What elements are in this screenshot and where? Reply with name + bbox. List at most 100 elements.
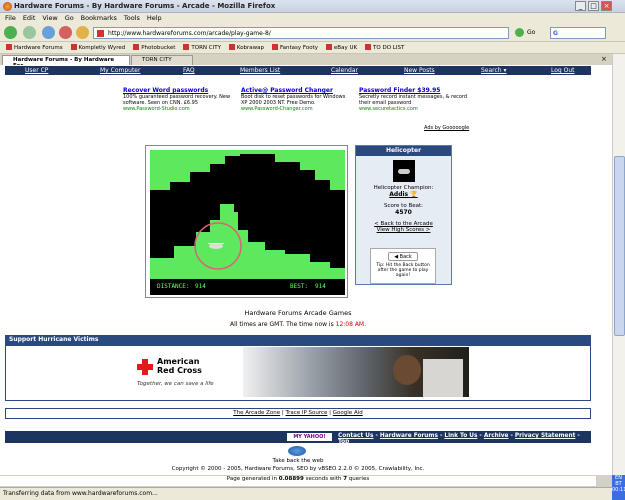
bookmark-fantasy-footy[interactable]: Fantasy Footy	[271, 44, 318, 51]
footer-privacy-statement[interactable]: Privacy Statement	[515, 433, 575, 439]
nav-search[interactable]: Search ▾	[481, 67, 507, 74]
menu-tools[interactable]: Tools	[124, 14, 140, 22]
bookmark-icon	[70, 44, 77, 50]
ads-by-google-link[interactable]: Ads by Gooooogle	[424, 125, 469, 131]
view-high-scores-link[interactable]: View High Scores >	[356, 227, 451, 233]
times-notice-prefix: All times are GMT. The time now is	[229, 321, 336, 328]
address-url[interactable]: http://www.hardwareforums.com/arcade/pla…	[108, 30, 271, 37]
menu-bar: File Edit View Go Bookmarks Tools Help	[0, 13, 625, 24]
footer-links: Contact Us - Hardware Forums - Link To U…	[338, 433, 580, 445]
menu-edit[interactable]: Edit	[23, 14, 36, 22]
footer-top[interactable]: Top	[338, 439, 349, 445]
ad-title[interactable]: Password Finder $39.95	[359, 87, 471, 94]
ad-block[interactable]: Recover Word passwords 100% guaranteed p…	[123, 87, 235, 112]
go-button-label[interactable]: Go	[527, 29, 535, 36]
champion-name-text[interactable]: Addis	[389, 191, 408, 198]
champion-name[interactable]: Addis 🏆	[356, 191, 451, 198]
bookmark-label: Fantasy Footy	[279, 45, 318, 51]
maximize-button[interactable]: □	[588, 1, 599, 11]
bookmark-icon	[133, 44, 140, 50]
bookmark-photobucket[interactable]: Photobucket	[133, 44, 175, 51]
take-back-web-logo-icon[interactable]	[288, 446, 306, 456]
close-button[interactable]: ×	[601, 1, 612, 11]
game-cave-graphic	[150, 150, 345, 295]
bookmark-icon	[183, 44, 190, 50]
nav-calendar[interactable]: Calendar	[331, 67, 358, 74]
red-cross-tagline: Together, we can save a life	[137, 381, 214, 387]
helicopter-game-icon[interactable]	[392, 160, 415, 182]
minimize-button[interactable]: _	[575, 1, 586, 11]
site-favicon-icon	[97, 30, 104, 37]
times-notice-suffix: .	[364, 321, 367, 328]
nav-faq[interactable]: FAQ	[183, 67, 195, 74]
nav-my-computer[interactable]: My Computer	[100, 67, 140, 74]
menu-help[interactable]: Help	[147, 14, 162, 22]
helicopter-game[interactable]: DISTANCE: 914 BEST: 914	[145, 145, 348, 298]
take-back-web-label[interactable]: Take back the web	[0, 458, 596, 464]
link-arcade-zone[interactable]: The Arcade Zone	[233, 410, 280, 416]
footer-hardware-forums[interactable]: Hardware Forums	[380, 433, 438, 439]
page-generated-text: Page generated in 0.08899 seconds with 7…	[0, 476, 596, 486]
ad-block[interactable]: Password Finder $39.95 Secretly record i…	[359, 87, 471, 112]
footer-bar: MY YAHOO! Contact Us - Hardware Forums -…	[5, 431, 591, 445]
my-yahoo-badge[interactable]: MY YAHOO!	[287, 433, 332, 441]
search-input[interactable]: G	[550, 27, 606, 39]
close-tab-icon[interactable]: ×	[601, 55, 607, 63]
nav-members-list[interactable]: Members List	[240, 67, 280, 74]
reload-icon[interactable]	[42, 26, 55, 39]
stop-icon[interactable]	[59, 26, 72, 39]
red-cross-icon	[137, 359, 153, 375]
menu-view[interactable]: View	[42, 14, 57, 22]
back-button-tip: ◀ Back Tip: Hit the Back button after th…	[370, 248, 436, 284]
footer-archive[interactable]: Archive	[484, 433, 509, 439]
page-scrollbar[interactable]	[612, 54, 625, 475]
distance-value: 914	[195, 283, 206, 290]
bookmark-torn-city[interactable]: TORN CITY	[183, 44, 221, 51]
go-icon[interactable]	[515, 28, 524, 37]
hurricane-photo-image	[243, 347, 469, 397]
back-button-tip-text: Tip: Hit the Back button after the game …	[376, 263, 430, 278]
link-trace-ip[interactable]: Trace IP Source	[286, 410, 328, 416]
red-cross-banner[interactable]: American Red Cross Together, we can save…	[127, 347, 469, 397]
footer-link-to-us[interactable]: Link To Us	[444, 433, 477, 439]
tray-clock: 00:11	[612, 487, 625, 493]
ad-url[interactable]: www.Password-Changer.com	[241, 106, 353, 112]
address-bar[interactable]: http://www.hardwareforums.com/arcade/pla…	[93, 27, 509, 39]
menu-go[interactable]: Go	[65, 14, 74, 22]
link-google-aid[interactable]: Google Aid	[333, 410, 363, 416]
extra-links-bar: The Arcade Zone | Trace IP Source | Goog…	[5, 408, 591, 419]
navigation-toolbar: http://www.hardwareforums.com/arcade/pla…	[0, 24, 625, 42]
ad-block[interactable]: Active@ Password Changer Boot disk to re…	[241, 87, 353, 112]
home-icon[interactable]	[76, 26, 89, 39]
helicopter-box-header: Helicopter	[356, 146, 451, 156]
tab-hardware-forums[interactable]: Hardware Forums - By Hardware For...	[2, 55, 130, 69]
nav-log-out[interactable]: Log Out	[551, 67, 575, 74]
best-label: BEST:	[290, 283, 309, 290]
bookmark-kobrawap[interactable]: Kobrawap	[228, 44, 264, 51]
bookmark-icon	[228, 44, 235, 50]
copyright-text: Copyright © 2000 - 2005, Hardware Forums…	[171, 466, 425, 472]
bookmark-ebay-uk[interactable]: eBay UK	[325, 44, 358, 51]
ad-title[interactable]: Recover Word passwords	[123, 87, 235, 94]
nav-user-cp[interactable]: User CP	[25, 67, 48, 74]
ad-description: Boot disk to reset passwords for Windows…	[241, 94, 346, 106]
firefox-icon	[3, 2, 12, 11]
page-content: User CP My Computer FAQ Members List Cal…	[0, 65, 612, 475]
bookmark-kompletly-wyred[interactable]: Kompletly Wyred	[70, 44, 125, 51]
ad-url[interactable]: www.securetactics.com	[359, 106, 471, 112]
forward-arrow-icon[interactable]	[23, 26, 36, 39]
tab-torn-city[interactable]: TORN CITY	[131, 55, 193, 65]
menu-bookmarks[interactable]: Bookmarks	[81, 14, 117, 22]
game-canvas[interactable]: DISTANCE: 914 BEST: 914	[150, 150, 345, 295]
bookmark-to-do-list[interactable]: TO DO LIST	[365, 44, 404, 51]
bookmark-label: eBay UK	[333, 45, 358, 51]
ad-title[interactable]: Active@ Password Changer	[241, 87, 353, 94]
back-button-label: Back	[399, 254, 412, 260]
bookmark-hardware-forums[interactable]: Hardware Forums	[6, 44, 63, 51]
back-arrow-icon[interactable]	[4, 26, 17, 39]
distance-label: DISTANCE:	[157, 283, 190, 290]
nav-new-posts[interactable]: New Posts	[404, 67, 435, 74]
scrollbar-thumb[interactable]	[614, 156, 625, 336]
ad-url[interactable]: www.Password-Studio.com	[123, 106, 235, 112]
menu-file[interactable]: File	[5, 14, 16, 22]
